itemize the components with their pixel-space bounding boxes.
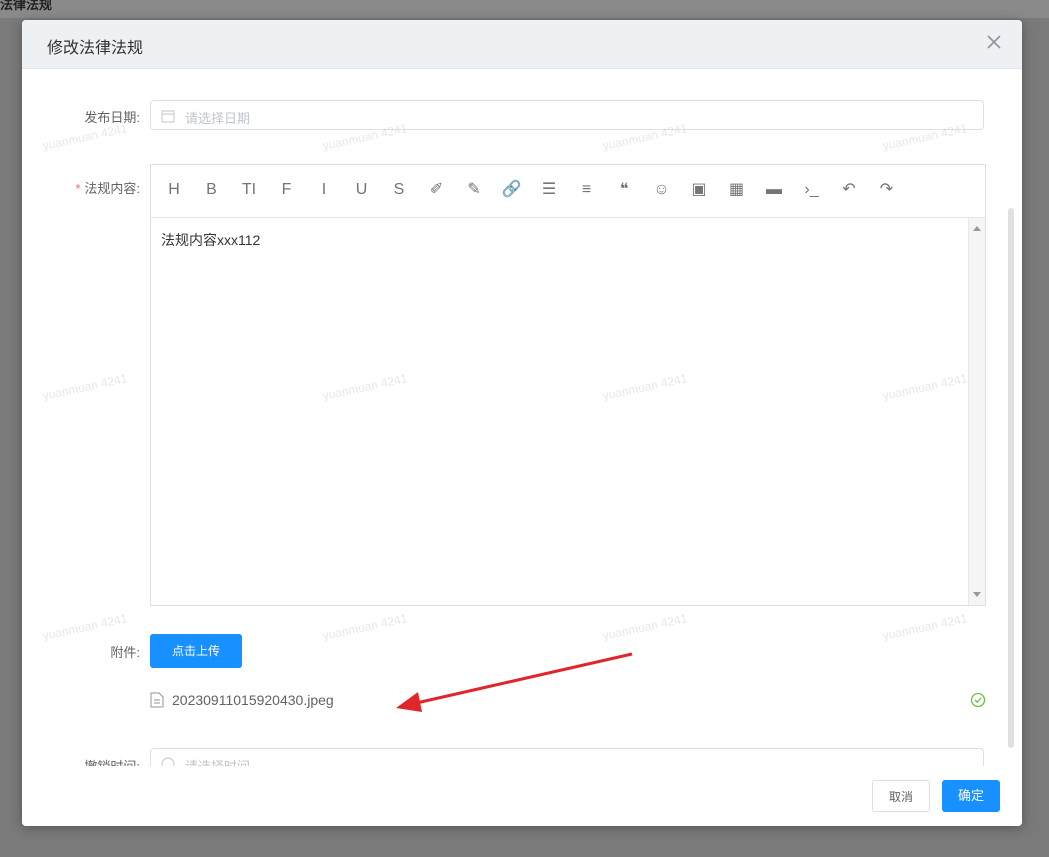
font-color-icon[interactable]: ✎ <box>463 179 485 201</box>
image-icon[interactable]: ▣ <box>688 179 710 201</box>
editor-content[interactable]: 法规内容xxx112 <box>151 218 967 605</box>
bold-icon[interactable]: B <box>201 179 223 201</box>
content-label-text: 法规内容: <box>84 181 140 196</box>
dialog-scrollbar[interactable] <box>1008 208 1014 748</box>
quote-icon[interactable]: ❝ <box>613 179 635 201</box>
cancel-button[interactable]: 取消 <box>872 780 930 812</box>
font-size-icon[interactable]: TI <box>238 179 260 201</box>
scroll-up-arrow-icon[interactable] <box>973 226 981 231</box>
document-icon <box>150 692 164 708</box>
upload-button[interactable]: 点击上传 <box>150 634 242 668</box>
dialog-header: 修改法律法规 <box>22 20 1022 69</box>
heading-icon[interactable]: H <box>163 179 185 201</box>
link-icon[interactable]: 🔗 <box>501 179 523 201</box>
close-icon[interactable] <box>984 32 1004 52</box>
align-icon[interactable]: ≡ <box>576 179 598 201</box>
content-label: * 法规内容: <box>22 178 140 197</box>
dialog-footer: 取消 确定 <box>22 766 1022 826</box>
file-name: 20230911015920430.jpeg <box>172 692 334 708</box>
publish-date-label: 发布日期: <box>84 110 140 125</box>
upload-success-icon <box>970 692 986 708</box>
underline-icon[interactable]: U <box>351 179 373 201</box>
edit-law-dialog: 修改法律法规 发布日期: 请选择日期 * 法规内容: H B TI F I U S ✐ ✎ 🔗 ☰ ≡ ❝… <box>22 20 1022 826</box>
required-mark: * <box>75 181 81 196</box>
dialog-body: 发布日期: 请选择日期 * 法规内容: H B TI F I U S ✐ ✎ 🔗 ☰ ≡ ❝ ☺ ▣ ▦ ▬ ›_ ↶… <box>22 68 1022 768</box>
unordered-list-icon[interactable]: ☰ <box>538 179 560 201</box>
highlight-icon[interactable]: ✐ <box>426 179 448 201</box>
dialog-title: 修改法律法规 <box>47 40 144 57</box>
publish-date-placeholder: 请选择日期 <box>185 111 251 126</box>
backdrop-top: 法律法规 <box>0 0 1049 18</box>
scroll-down-arrow-icon[interactable] <box>973 592 981 597</box>
editor-scrollbar[interactable] <box>968 218 985 605</box>
revoke-time-picker[interactable]: 请选择时间 <box>150 748 984 768</box>
redo-icon[interactable]: ↷ <box>876 179 898 201</box>
publish-date-picker[interactable]: 请选择日期 <box>150 100 984 130</box>
video-icon[interactable]: ▬ <box>763 179 785 201</box>
backdrop-title: 法律法规 <box>0 0 53 12</box>
attachment-label: 附件: <box>110 645 140 660</box>
code-icon[interactable]: ›_ <box>801 179 823 201</box>
strikethrough-alt-icon[interactable]: F <box>276 179 298 201</box>
annotation-arrow <box>396 652 633 712</box>
table-icon[interactable]: ▦ <box>726 179 748 201</box>
calendar-icon <box>161 110 175 123</box>
rich-text-editor: H B TI F I U S ✐ ✎ 🔗 ☰ ≡ ❝ ☺ ▣ ▦ ▬ ›_ ↶ ↷ 法规内容xxx112 <box>150 164 986 606</box>
emoji-icon[interactable]: ☺ <box>651 179 673 201</box>
undo-icon[interactable]: ↶ <box>838 179 860 201</box>
confirm-button[interactable]: 确定 <box>942 780 1000 812</box>
editor-toolbar: H B TI F I U S ✐ ✎ 🔗 ☰ ≡ ❝ ☺ ▣ ▦ ▬ ›_ ↶ ↷ <box>151 165 985 218</box>
italic-icon[interactable]: I <box>313 179 335 201</box>
strikethrough-icon[interactable]: S <box>388 179 410 201</box>
